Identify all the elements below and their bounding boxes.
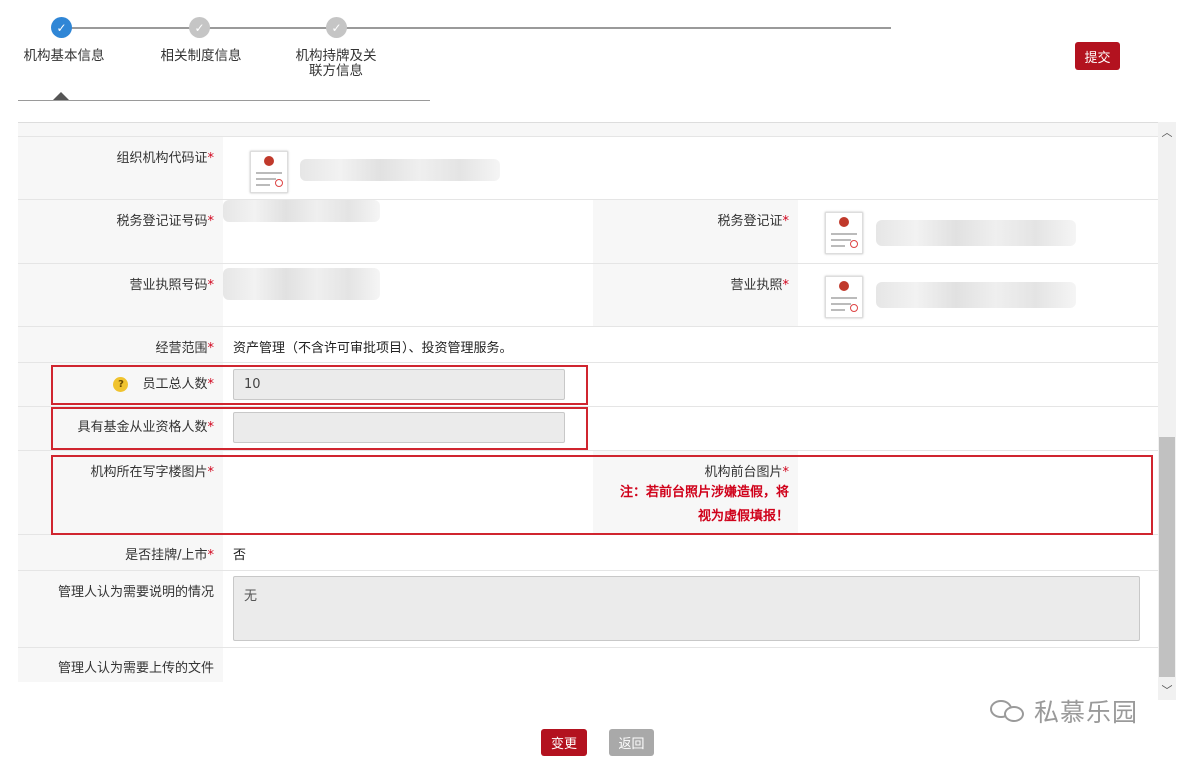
row-manager-notes: 管理人认为需要说明的情况 无 xyxy=(18,571,1158,648)
manager-notes-textarea[interactable]: 无 xyxy=(233,576,1140,641)
progress-stepper: ✓ ✓ ✓ 机构基本信息 相关制度信息 机构持牌及关 联方信息 xyxy=(0,0,900,110)
warning-line: 视为虚假填报！ xyxy=(697,509,789,524)
form-panel: 组织机构代码证* 税务登记证号码* 税务登记证* 营业执照号码* 营业执照* 经… xyxy=(18,122,1158,682)
row-employee-total: ? 员工总人数* 10 xyxy=(18,363,1158,407)
redacted-filename xyxy=(300,159,500,181)
row-org-code-cert: 组织机构代码证* xyxy=(18,137,1158,200)
scroll-thumb[interactable] xyxy=(1159,437,1175,677)
label-manager-notes: 管理人认为需要说明的情况 xyxy=(18,571,223,647)
submit-button[interactable]: 提交 xyxy=(1075,42,1120,70)
label-tax-reg-cert: 税务登记证* xyxy=(593,200,798,263)
label-tax-reg-number: 税务登记证号码* xyxy=(18,200,223,263)
org-code-cert-thumbnail[interactable] xyxy=(250,151,288,193)
row-photos: 机构所在写字楼图片* 机构前台图片* 注：若前台照片涉嫌造假，将 视为虚假填报！ xyxy=(18,451,1158,535)
back-button[interactable]: 返回 xyxy=(609,729,654,756)
redacted-filename xyxy=(876,220,1076,246)
label-listed: 是否挂牌/上市* xyxy=(18,535,223,570)
step-connector xyxy=(199,27,336,29)
listed-value: 否 xyxy=(233,548,247,563)
watermark-text: 私慕乐园 xyxy=(1034,698,1139,727)
step-connector xyxy=(336,27,891,29)
warning-line: 注：若前台照片涉嫌造假，将 xyxy=(619,485,789,500)
step-underline xyxy=(18,100,430,101)
step-2-check-icon[interactable]: ✓ xyxy=(189,17,210,38)
wechat-icon xyxy=(988,696,1028,726)
step-label-policy-info[interactable]: 相关制度信息 xyxy=(155,49,247,64)
label-biz-license-number: 营业执照号码* xyxy=(18,264,223,326)
redacted-filename xyxy=(876,282,1076,308)
step-label-line: 机构持牌及关 xyxy=(295,48,377,64)
active-step-caret-icon xyxy=(53,92,69,100)
scroll-up-icon[interactable]: ︿ xyxy=(1158,124,1176,140)
fund-qualified-input[interactable] xyxy=(233,412,565,443)
change-button[interactable]: 变更 xyxy=(541,729,587,756)
watermark: 私慕乐园 xyxy=(988,693,1138,729)
label-employee-total: ? 员工总人数* xyxy=(18,363,223,406)
label-biz-license: 营业执照* xyxy=(593,264,798,326)
step-connector xyxy=(61,27,199,29)
front-desk-warning: 注：若前台照片涉嫌造假，将 视为虚假填报！ xyxy=(593,481,798,529)
label-office-photo: 机构所在写字楼图片* xyxy=(18,451,223,534)
label-manager-files: 管理人认为需要上传的文件 xyxy=(18,648,223,682)
row-biz-license: 营业执照号码* 营业执照* xyxy=(18,264,1158,327)
row-tax-reg: 税务登记证号码* 税务登记证* xyxy=(18,200,1158,264)
step-label-line: 联方信息 xyxy=(309,63,363,79)
label-biz-scope: 经营范围* xyxy=(18,327,223,362)
biz-license-thumbnail[interactable] xyxy=(825,276,863,318)
redacted-tax-number xyxy=(223,200,380,222)
form-row-top xyxy=(18,123,1158,137)
label-org-code-cert: 组织机构代码证* xyxy=(18,137,223,199)
scroll-down-icon[interactable]: ﹀ xyxy=(1158,682,1176,698)
row-biz-scope: 经营范围* 资产管理（不含许可审批项目）、投资管理服务。 xyxy=(18,327,1158,363)
tax-reg-cert-thumbnail[interactable] xyxy=(825,212,863,254)
step-label-basic-info[interactable]: 机构基本信息 xyxy=(18,49,110,64)
employee-total-input[interactable]: 10 xyxy=(233,369,565,400)
step-label-license-info[interactable]: 机构持牌及关 联方信息 xyxy=(290,49,382,79)
vertical-scrollbar[interactable]: ︿ ﹀ xyxy=(1158,122,1176,700)
row-manager-files: 管理人认为需要上传的文件 xyxy=(18,648,1158,682)
row-fund-qualified: 具有基金从业资格人数* xyxy=(18,407,1158,451)
label-fund-qualified: 具有基金从业资格人数* xyxy=(18,407,223,450)
row-listed: 是否挂牌/上市* 否 xyxy=(18,535,1158,571)
help-icon[interactable]: ? xyxy=(113,377,129,392)
step-1-check-icon[interactable]: ✓ xyxy=(51,17,72,38)
biz-scope-value: 资产管理（不含许可审批项目）、投资管理服务。 xyxy=(233,341,513,356)
step-3-check-icon[interactable]: ✓ xyxy=(326,17,347,38)
redacted-license-number xyxy=(223,268,380,300)
